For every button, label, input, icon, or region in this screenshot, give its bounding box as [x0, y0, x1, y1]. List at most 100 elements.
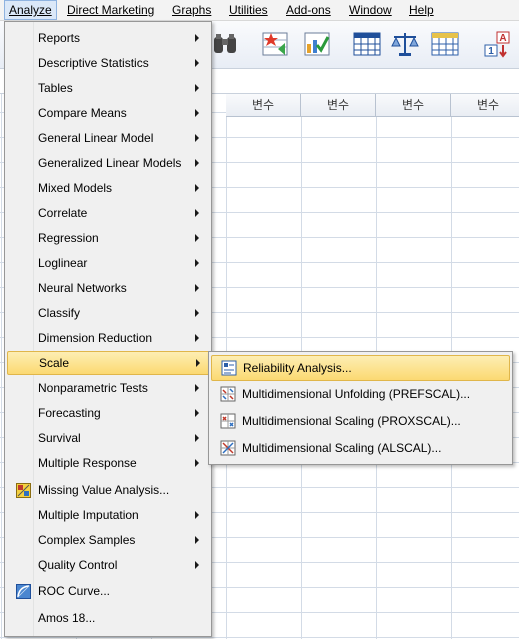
submenu-arrow-icon [195, 59, 199, 67]
submenu-item-proxscal[interactable]: Multidimensional Scaling (PROXSCAL)... [211, 409, 508, 433]
menu-item-label: Amos 18... [38, 611, 96, 625]
menu-item-label: Descriptive Statistics [38, 56, 149, 70]
menu-item-label: Missing Value Analysis... [38, 483, 170, 497]
menu-item-label: Mixed Models [38, 181, 113, 195]
multidimensional-unfolding-icon [220, 386, 236, 402]
menu-item-label: Multiple Imputation [38, 508, 139, 522]
submenu-item-alscal[interactable]: Multidimensional Scaling (ALSCAL)... [211, 436, 508, 460]
submenu-item-label: Multidimensional Scaling (PROXSCAL)... [242, 414, 461, 428]
menu-item-scale[interactable]: Scale [7, 351, 211, 375]
roc-curve-icon [16, 584, 31, 599]
menu-item-missing-value-analysis[interactable]: Missing Value Analysis... [7, 479, 209, 501]
menu-item-quality-control[interactable]: Quality Control [7, 554, 209, 576]
column-header[interactable]: 변수 [301, 94, 376, 117]
menu-item-neural-networks[interactable]: Neural Networks [7, 277, 209, 299]
svg-text:A: A [499, 33, 506, 44]
menu-item-classify[interactable]: Classify [7, 302, 209, 324]
submenu-arrow-icon [195, 284, 199, 292]
scale-submenu: Reliability Analysis... Multidimensional… [208, 351, 513, 465]
menu-item-label: Compare Means [38, 106, 127, 120]
menu-graphs[interactable]: Graphs [168, 0, 215, 20]
multidimensional-scaling-icon [220, 413, 236, 429]
missing-value-icon [16, 483, 31, 498]
menu-item-label: Nonparametric Tests [38, 381, 148, 395]
menu-item-multiple-response[interactable]: Multiple Response [7, 452, 209, 474]
menu-item-label: Dimension Reduction [38, 331, 153, 345]
submenu-item-label: Multidimensional Unfolding (PREFSCAL)... [242, 387, 471, 401]
submenu-arrow-icon [195, 209, 199, 217]
menu-item-general-linear-model[interactable]: General Linear Model [7, 127, 209, 149]
submenu-arrow-icon [195, 259, 199, 267]
submenu-arrow-icon [195, 334, 199, 342]
submenu-arrow-icon [195, 159, 199, 167]
menu-help[interactable]: Help [405, 0, 438, 20]
menu-item-loglinear[interactable]: Loglinear [7, 252, 209, 274]
submenu-item-reliability-analysis[interactable]: Reliability Analysis... [211, 355, 510, 381]
scale-balance-icon[interactable] [390, 29, 420, 59]
table-grid-icon[interactable] [352, 29, 382, 59]
menubar: Analyze Direct Marketing Graphs Utilitie… [0, 0, 519, 21]
menu-item-generalized-linear-models[interactable]: Generalized Linear Models [7, 152, 209, 174]
submenu-arrow-icon [195, 409, 199, 417]
menu-item-tables[interactable]: Tables [7, 77, 209, 99]
submenu-arrow-icon [195, 384, 199, 392]
submenu-arrow-icon [195, 184, 199, 192]
menu-item-compare-means[interactable]: Compare Means [7, 102, 209, 124]
menu-item-mixed-models[interactable]: Mixed Models [7, 177, 209, 199]
submenu-arrow-icon [195, 84, 199, 92]
menu-item-label: General Linear Model [38, 131, 154, 145]
menu-item-label: Correlate [38, 206, 88, 220]
menu-item-label: ROC Curve... [38, 584, 111, 598]
menu-item-regression[interactable]: Regression [7, 227, 209, 249]
menu-item-label: Loglinear [38, 256, 88, 270]
column-header[interactable]: 변수 [451, 94, 519, 117]
binoculars-icon[interactable] [210, 29, 240, 59]
submenu-arrow-icon [195, 536, 199, 544]
menu-item-label: Scale [39, 356, 70, 370]
menu-item-label: Multiple Response [38, 456, 137, 470]
reliability-analysis-icon [221, 360, 237, 376]
menu-item-multiple-imputation[interactable]: Multiple Imputation [7, 504, 209, 526]
menu-item-forecasting[interactable]: Forecasting [7, 402, 209, 424]
value-labels-icon[interactable]: A 1 [482, 29, 512, 59]
star-chart-icon[interactable] [260, 29, 290, 59]
column-header[interactable]: 변수 [376, 94, 451, 117]
menu-item-complex-samples[interactable]: Complex Samples [7, 529, 209, 551]
menu-item-label: Survival [38, 431, 81, 445]
submenu-arrow-icon [195, 109, 199, 117]
menu-item-reports[interactable]: Reports [7, 27, 209, 49]
menu-direct-marketing[interactable]: Direct Marketing [63, 0, 158, 20]
submenu-arrow-icon [195, 434, 199, 442]
menu-analyze[interactable]: Analyze [4, 0, 57, 20]
menu-item-label: Regression [38, 231, 99, 245]
submenu-arrow-icon [195, 34, 199, 42]
submenu-item-prefscal[interactable]: Multidimensional Unfolding (PREFSCAL)... [211, 382, 508, 406]
menu-item-dimension-reduction[interactable]: Dimension Reduction [7, 327, 209, 349]
menu-item-survival[interactable]: Survival [7, 427, 209, 449]
submenu-arrow-icon [195, 309, 199, 317]
menu-add-ons[interactable]: Add-ons [282, 0, 335, 20]
menu-utilities[interactable]: Utilities [225, 0, 272, 20]
menu-item-roc-curve[interactable]: ROC Curve... [7, 580, 209, 602]
menu-item-label: Forecasting [38, 406, 101, 420]
svg-text:1: 1 [488, 46, 494, 57]
submenu-arrow-icon [195, 511, 199, 519]
submenu-arrow-icon [195, 561, 199, 569]
chart-check-icon[interactable] [302, 29, 332, 59]
table-grid-icon[interactable] [430, 29, 460, 59]
submenu-arrow-icon [195, 234, 199, 242]
submenu-arrow-icon [196, 359, 200, 367]
menu-item-amos[interactable]: Amos 18... [7, 607, 209, 629]
menu-item-nonparametric-tests[interactable]: Nonparametric Tests [7, 377, 209, 399]
menu-item-label: Complex Samples [38, 533, 136, 547]
menu-item-label: Reports [38, 31, 81, 45]
menu-item-label: Classify [38, 306, 81, 320]
column-header[interactable]: 변수 [226, 94, 301, 117]
menu-item-label: Neural Networks [38, 281, 127, 295]
menu-item-descriptive-statistics[interactable]: Descriptive Statistics [7, 52, 209, 74]
menu-item-correlate[interactable]: Correlate [7, 202, 209, 224]
analyze-menu: Reports Descriptive Statistics Tables Co… [4, 21, 212, 637]
submenu-item-label: Multidimensional Scaling (ALSCAL)... [242, 441, 442, 455]
menu-window[interactable]: Window [345, 0, 396, 20]
submenu-item-label: Reliability Analysis... [243, 361, 352, 375]
